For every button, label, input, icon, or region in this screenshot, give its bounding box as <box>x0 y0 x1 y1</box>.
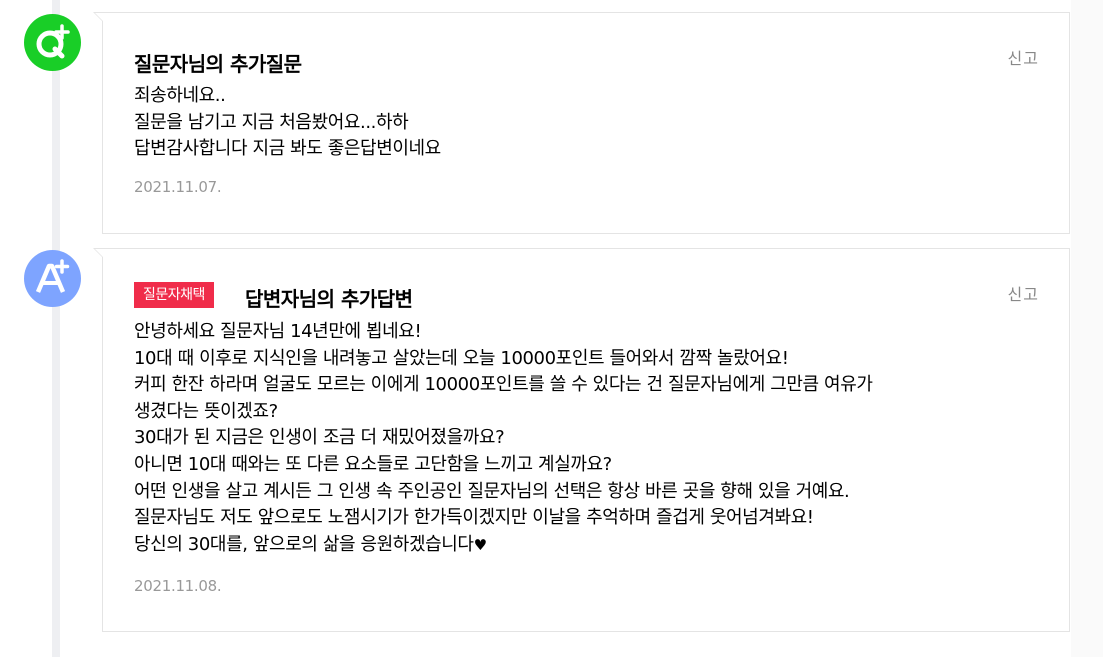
body-line: 30대가 된 지금은 인생이 조금 더 재밌어졌을까요? <box>134 427 505 449</box>
question-card-date: 2021.11.07. <box>134 178 222 196</box>
answer-card-date: 2021.11.08. <box>134 577 222 595</box>
answer-card: 질문자채택 답변자님의 추가답변 신고 안녕하세요 질문자님 14년만에 뵙네요… <box>93 248 1070 632</box>
timeline-line <box>52 0 60 657</box>
heart-icon: ♥ <box>473 535 487 554</box>
body-line: 질문자님도 저도 앞으로도 노잼시기가 한가득이겠지만 이날을 추억하며 즐겁게… <box>134 507 814 529</box>
right-gutter <box>1071 0 1103 657</box>
body-line: 어떤 인생을 살고 계시든 그 인생 속 주인공인 질문자님의 선택은 항상 바… <box>134 480 850 502</box>
body-line: 생겼다는 뜻이겠죠? <box>134 400 278 422</box>
question-card-title: 질문자님의 추가질문 <box>134 52 302 76</box>
body-line: 답변감사합니다 지금 봐도 좋은답변이네요 <box>134 138 441 160</box>
report-button[interactable]: 신고 <box>1008 45 1039 69</box>
question-card-body: 죄송하네요.. 질문을 남기고 지금 처음봤어요...하하 답변감사합니다 지금… <box>134 83 441 163</box>
answer-plus-icon <box>24 250 81 307</box>
body-line: 당신의 30대를, 앞으로의 삶을 응원하겠습니다♥ <box>134 532 873 559</box>
selected-answer-badge: 질문자채택 <box>134 282 214 308</box>
body-line: 커피 한잔 하라며 얼굴도 모르는 이에게 10000포인트를 쓸 수 있다는 … <box>134 374 873 396</box>
answer-card-title: 답변자님의 추가답변 <box>245 287 413 311</box>
report-button[interactable]: 신고 <box>1008 281 1039 305</box>
body-line: 아니면 10대 때와는 또 다른 요소들로 고단함을 느끼고 계실까요? <box>134 453 612 475</box>
question-card: 질문자님의 추가질문 신고 죄송하네요.. 질문을 남기고 지금 처음봤어요..… <box>93 12 1070 234</box>
answer-card-body: 안녕하세요 질문자님 14년만에 뵙네요! 10대 때 이후로 지식인을 내려놓… <box>134 319 873 558</box>
body-line: 죄송하네요.. <box>134 85 226 106</box>
body-line-text: 당신의 30대를, 앞으로의 삶을 응원하겠습니다 <box>134 533 474 555</box>
question-plus-icon <box>24 14 81 71</box>
body-line: 질문을 남기고 지금 처음봤어요...하하 <box>134 111 409 133</box>
body-line: 안녕하세요 질문자님 14년만에 뵙네요! <box>134 321 422 342</box>
body-line: 10대 때 이후로 지식인을 내려놓고 살았는데 오늘 10000포인트 들어와… <box>134 347 789 369</box>
